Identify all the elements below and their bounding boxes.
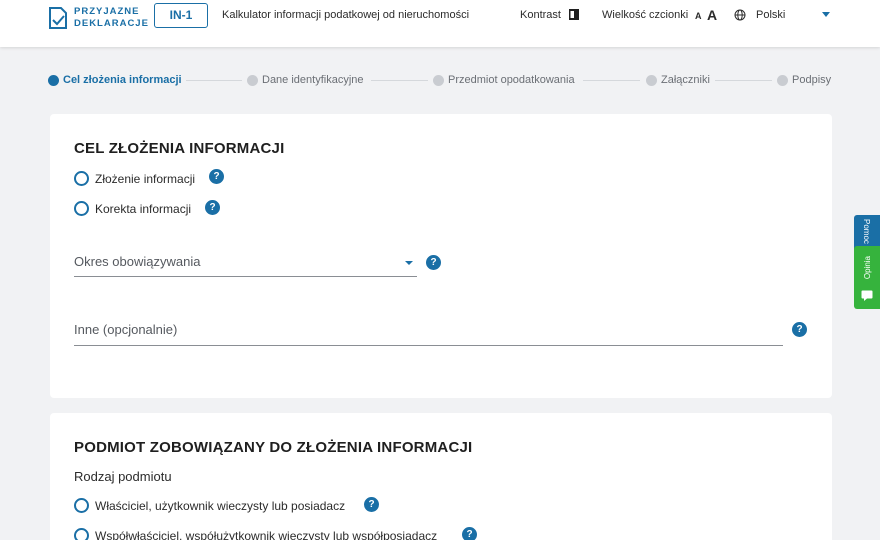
logo-line-1: PRZYJAZNE [74, 6, 140, 17]
step-label: Podpisy [792, 74, 832, 86]
help-side-tab-label: Pomoc [862, 219, 871, 244]
other-field[interactable] [74, 314, 783, 346]
logo[interactable]: PRZYJAZNE DEKLARACJE [48, 6, 148, 32]
chat-icon [861, 290, 873, 301]
contrast-label[interactable]: Kontrast [520, 9, 561, 21]
period-select-placeholder: Okres obowiązywania [74, 254, 201, 269]
radio-label: Korekta informacji [95, 202, 192, 216]
step-dot [646, 75, 657, 86]
font-size-large-button[interactable]: A [707, 7, 717, 23]
question-circle-icon[interactable]: ? [209, 169, 224, 184]
font-size-small-button[interactable]: A [695, 11, 702, 21]
logo-text: PRZYJAZNE DEKLARACJE [74, 6, 149, 30]
chevron-down-icon[interactable] [405, 261, 413, 265]
step-label: Przedmiot opodatkowania [448, 74, 575, 86]
radio-button[interactable] [74, 528, 89, 540]
question-circle-icon[interactable]: ? [792, 322, 807, 337]
question-circle-icon[interactable]: ? [364, 497, 379, 512]
step-label: Cel złożenia informacji [63, 74, 182, 86]
step-connector [583, 80, 640, 81]
radio-label: Właściciel, użytkownik wieczysty lub pos… [95, 499, 346, 513]
question-circle-icon[interactable]: ? [426, 255, 441, 270]
purpose-card: CEL ZŁOŻENIA INFORMACJI Złożenie informa… [50, 114, 832, 398]
radio-button[interactable] [74, 171, 89, 186]
step-dot [777, 75, 788, 86]
subject-type-label: Rodzaj podmiotu [74, 469, 172, 484]
step-dot [433, 75, 444, 86]
radio-button[interactable] [74, 201, 89, 216]
radio-option-owner[interactable]: Właściciel, użytkownik wieczysty lub pos… [74, 497, 364, 515]
app-title: Kalkulator informacji podatkowej od nier… [222, 9, 470, 21]
step-connector [186, 80, 242, 81]
chevron-down-icon[interactable] [822, 12, 830, 17]
logo-line-2: DEKLARACJE [74, 18, 149, 29]
contrast-icon[interactable] [568, 8, 580, 21]
step-connector [715, 80, 772, 81]
font-size-label: Wielkość czcionki [602, 9, 689, 21]
step-dot [48, 75, 59, 86]
language-select[interactable]: Polski [756, 9, 785, 21]
radio-label: Współwłaściciel, współużytkownik wieczys… [95, 529, 438, 540]
opinion-side-tab[interactable]: Opinia [854, 246, 880, 309]
step-dot [247, 75, 258, 86]
globe-icon [734, 9, 746, 21]
section-title: PODMIOT ZOBOWIĄZANY DO ZŁOŻENIA INFORMAC… [74, 439, 473, 456]
radio-button[interactable] [74, 498, 89, 513]
step-connector [371, 80, 428, 81]
form-code-badge: IN-1 [154, 3, 208, 28]
radio-option-coowner[interactable]: Współwłaściciel, współużytkownik wieczys… [74, 527, 464, 540]
opinion-side-tab-label: Opinia [863, 256, 872, 280]
document-check-icon [49, 7, 67, 29]
subject-card: PODMIOT ZOBOWIĄZANY DO ZŁOŻENIA INFORMAC… [50, 413, 832, 540]
top-header: PRZYJAZNE DEKLARACJE IN-1 Kalkulator inf… [0, 0, 880, 47]
other-input[interactable] [74, 318, 774, 340]
period-select[interactable]: Okres obowiązywania [74, 246, 417, 277]
step-label: Załączniki [661, 74, 710, 86]
question-circle-icon[interactable]: ? [462, 527, 477, 540]
progress-stepper: Cel złożenia informacji Dane identyfikac… [48, 72, 832, 90]
section-title: CEL ZŁOŻENIA INFORMACJI [74, 140, 285, 157]
radio-label: Złożenie informacji [95, 172, 196, 186]
question-circle-icon[interactable]: ? [205, 200, 220, 215]
step-label: Dane identyfikacyjne [262, 74, 364, 86]
